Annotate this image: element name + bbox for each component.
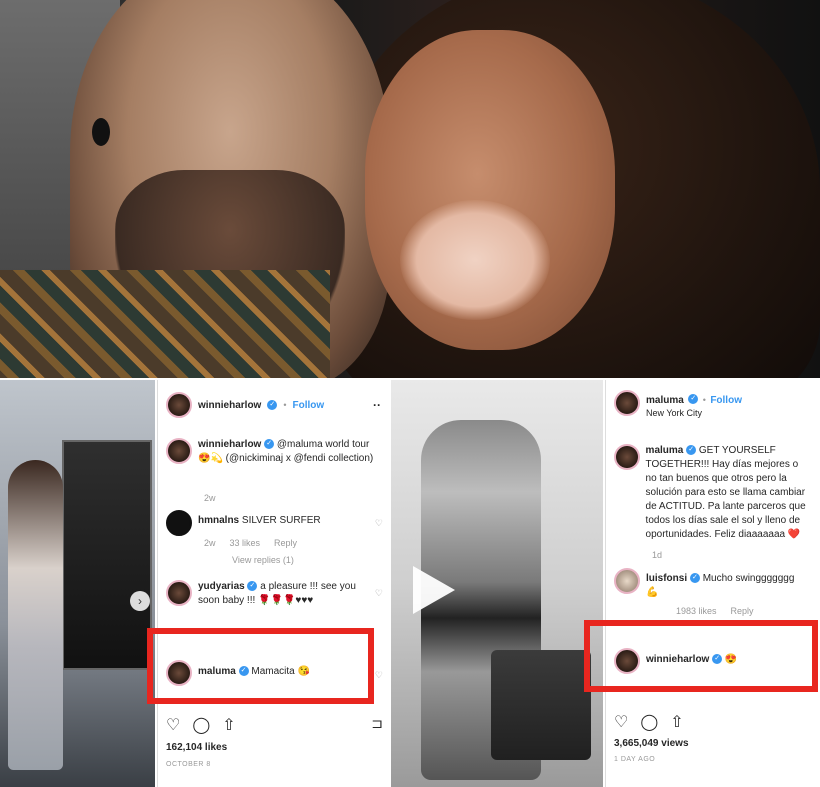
post-date: OCTOBER 8: [166, 761, 211, 768]
avatar[interactable]: [166, 392, 192, 418]
comment-time: 2w: [204, 538, 216, 548]
right-post-video: [391, 380, 603, 787]
avatar[interactable]: [614, 568, 640, 594]
view-replies[interactable]: View replies (1): [232, 555, 294, 565]
post-location[interactable]: New York City: [646, 408, 742, 418]
comment-text: Mucho swinggggggg: [702, 573, 795, 584]
avatar[interactable]: [166, 510, 192, 536]
caption-text: GET YOURSELF TOGETHER!!! Hay días mejore…: [645, 445, 806, 540]
avatar[interactable]: [614, 390, 640, 416]
left-post-panel: winnieharlow ✓ • Follow ·· winnieharlow …: [157, 380, 389, 787]
comment-text: SILVER SURFER: [241, 515, 321, 526]
verified-icon: ✓: [267, 400, 278, 410]
likes-count[interactable]: 162,104 likes: [166, 742, 227, 753]
comment-likes[interactable]: 1983 likes: [676, 606, 717, 616]
comment-emoji: 💪: [646, 587, 659, 598]
share-icon[interactable]: ⇧: [222, 715, 235, 735]
right-post-panel: maluma ✓ • Follow New York City maluma ✓…: [605, 380, 820, 787]
comment-username[interactable]: hmnalns: [198, 515, 239, 526]
dot: •: [283, 400, 287, 410]
verified-icon: ✓: [686, 445, 697, 456]
play-icon[interactable]: [413, 566, 455, 614]
reply-button[interactable]: Reply: [731, 606, 754, 616]
post-username[interactable]: winnieharlow: [198, 400, 261, 411]
avatar[interactable]: [614, 444, 640, 470]
caption-time: 1d: [652, 550, 663, 560]
views-count[interactable]: 3,665,049 views: [614, 738, 689, 749]
verified-icon: ✓: [264, 439, 275, 450]
comment-username[interactable]: yudyarias: [198, 581, 245, 592]
verified-icon: ✓: [247, 581, 258, 592]
left-post-image: ›: [0, 380, 155, 787]
like-icon[interactable]: ♡: [166, 715, 180, 735]
reply-button[interactable]: Reply: [274, 538, 297, 548]
comment-icon[interactable]: ◯: [640, 712, 658, 732]
hero-photo: [0, 0, 820, 378]
highlight-box: [147, 628, 374, 704]
verified-icon: ✓: [689, 573, 700, 584]
bookmark-icon[interactable]: ⊐: [371, 715, 383, 732]
caption-time: 2w: [204, 493, 216, 503]
post-username[interactable]: maluma: [646, 395, 684, 406]
post-date: 1 DAY AGO: [614, 756, 656, 763]
comment-username[interactable]: luisfonsi: [646, 573, 687, 584]
heart-icon[interactable]: ♡: [375, 588, 383, 599]
comment-likes[interactable]: 33 likes: [230, 538, 261, 548]
next-arrow-icon[interactable]: ›: [130, 591, 150, 611]
caption-username[interactable]: maluma: [646, 445, 684, 456]
follow-button[interactable]: Follow: [710, 395, 742, 406]
share-icon[interactable]: ⇧: [670, 712, 683, 732]
like-icon[interactable]: ♡: [614, 712, 628, 732]
verified-icon: ✓: [688, 393, 699, 404]
avatar[interactable]: [166, 438, 192, 464]
comment-meta: 2w 33 likes Reply: [204, 538, 297, 548]
heart-icon[interactable]: ♡: [375, 518, 383, 529]
heart-icon[interactable]: ♡: [375, 670, 383, 681]
follow-button[interactable]: Follow: [293, 400, 325, 411]
caption-username[interactable]: winnieharlow: [198, 439, 261, 450]
avatar[interactable]: [166, 580, 192, 606]
highlight-box: [584, 620, 818, 692]
comment-icon[interactable]: ◯: [192, 715, 210, 735]
more-options-icon[interactable]: ··: [373, 398, 381, 412]
